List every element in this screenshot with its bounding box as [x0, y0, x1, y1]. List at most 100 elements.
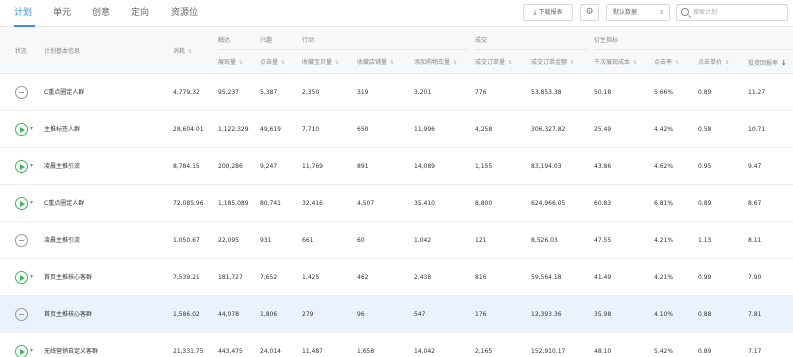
top-bar: 计划 单元 创意 定向 资源位 ⤓ 下载报表 ⚙ 默认数据 ⇕ 搜索计划: [0, 0, 793, 27]
tab-placement[interactable]: 资源位: [171, 7, 198, 19]
play-status-icon[interactable]: [15, 123, 28, 136]
table-row[interactable]: ▾ C重点圈定人群 72,085.96 1,185,089 80,741 32,416 4,…: [0, 185, 793, 222]
sort-desc-icon: ↓: [781, 59, 787, 67]
cell-spend: 72,085.96: [173, 200, 204, 207]
cell-orders: 4,258: [475, 126, 493, 133]
status-dropdown-icon[interactable]: ▾: [30, 199, 33, 207]
table-header: 状态 计划基本信息 消耗 ⇅ 触达 兴趣 行动 成交 衍生指标 展现量 ⇅ 点击量 ⇅…: [0, 27, 793, 74]
table-row[interactable]: ▾ 凌晨主推引流 8,784.15 200,286 9,247 11,769 891 14,0…: [0, 148, 793, 185]
cell-cpm: 25.49: [594, 126, 612, 133]
sort-icon: ⇅: [390, 60, 394, 66]
plan-name[interactable]: 首页主推核心客群: [44, 296, 92, 333]
table-row[interactable]: C重点圈定人群 4,779.32 95,237 5,387 2,350 319 3,201 7…: [0, 74, 793, 111]
status-dropdown-icon[interactable]: ▾: [30, 125, 33, 133]
plan-name[interactable]: 凌晨主推引流: [44, 148, 80, 185]
cell-fav-items: 661: [302, 237, 314, 244]
cell-orders: 1,155: [475, 163, 493, 170]
cell-clicks: 49,619: [260, 126, 281, 133]
cell-fav-shop: 60: [357, 237, 365, 244]
status-dropdown-icon[interactable]: ▾: [30, 347, 33, 355]
cell-fav-shop: 1,658: [357, 348, 375, 355]
updown-caret-icon: ⇕: [658, 9, 664, 16]
header-add-cart[interactable]: 添加购物车量 ⇅: [414, 59, 457, 67]
header-clicks[interactable]: 点击量 ⇅: [260, 59, 285, 67]
cell-spend: 1,586.02: [173, 311, 200, 318]
header-fav-shop[interactable]: 收藏店铺量 ⇅: [357, 59, 394, 67]
cell-cpm: 50.18: [594, 89, 612, 96]
cell-ctr: 4.10%: [654, 311, 674, 318]
status-dropdown-icon[interactable]: ▾: [30, 162, 33, 170]
table-row[interactable]: ▾ 主推标签人群 28,604.01 1,122,329 49,619 7,710 650 1…: [0, 111, 793, 148]
plan-name[interactable]: 凌晨主推引流: [44, 222, 80, 259]
settings-button[interactable]: ⚙: [580, 4, 599, 21]
header-status: 状态: [15, 48, 28, 55]
paused-status-icon[interactable]: [15, 234, 28, 247]
table-row[interactable]: ▾ 无线营销自定义客群 21,331.75 443,475 24,014 11,487 1,…: [0, 333, 793, 357]
header-fav-items[interactable]: 收藏宝贝量 ⇅: [302, 59, 339, 67]
header-cpm[interactable]: 千次展现成本 ⇅: [594, 59, 637, 67]
cell-add-cart: 2,438: [414, 274, 432, 281]
cell-fav-items: 11,487: [302, 348, 323, 355]
paused-status-icon[interactable]: [15, 86, 28, 99]
cell-spend: 1,050.67: [173, 237, 200, 244]
download-report-button[interactable]: ⤓ 下载报表: [523, 4, 573, 21]
cell-roi: 10.71: [748, 126, 766, 133]
data-select[interactable]: 默认数据 ⇕: [606, 4, 670, 21]
cell-cpc: 0.89: [698, 89, 712, 96]
plan-name[interactable]: 首页主推核心客群: [44, 259, 92, 296]
tab-targeting[interactable]: 定向: [131, 7, 149, 19]
header-group-action: 行动: [302, 37, 315, 44]
cell-impressions: 1,122,329: [218, 126, 249, 133]
table-row[interactable]: 首页主推核心客群 1,586.02 44,078 1,806 279 96 547 176 12…: [0, 296, 793, 333]
sort-icon: ⇅: [508, 60, 512, 66]
download-icon: ⤓: [533, 8, 537, 16]
plan-name[interactable]: 主推标签人群: [44, 111, 80, 148]
cell-fav-items: 32,416: [302, 200, 323, 207]
header-roi[interactable]: 投资回报率 ↓: [748, 59, 787, 68]
search-input[interactable]: 搜索计划: [676, 4, 788, 21]
header-orders[interactable]: 成交订单量 ⇅: [475, 59, 512, 67]
plan-name[interactable]: C重点圈定人群: [44, 185, 84, 222]
cell-cpc: 0.58: [698, 126, 712, 133]
cell-cpm: 47.55: [594, 237, 612, 244]
cell-add-cart: 14,089: [414, 163, 435, 170]
play-status-icon[interactable]: [15, 197, 28, 210]
sort-icon: ⇅: [633, 60, 637, 66]
header-impressions[interactable]: 展现量 ⇅: [218, 59, 243, 67]
header-gmv[interactable]: 成交订单金额 ⇅: [531, 59, 574, 67]
paused-status-icon[interactable]: [15, 308, 28, 321]
header-spend[interactable]: 消耗 ⇅: [173, 48, 192, 56]
status-dropdown-icon[interactable]: ▾: [30, 273, 33, 281]
cell-gmv: 83,194.03: [531, 163, 562, 170]
tab-plan[interactable]: 计划: [14, 7, 32, 19]
table-row[interactable]: ▾ 首页主推核心客群 7,539.21 181,727 7,652 1,425 462 2,4…: [0, 259, 793, 296]
cell-roi: 7.81: [748, 311, 762, 318]
play-status-icon[interactable]: [15, 160, 28, 173]
cell-roi: 7.17: [748, 348, 762, 355]
cell-cpm: 43.86: [594, 163, 612, 170]
cell-impressions: 44,078: [218, 311, 239, 318]
cell-spend: 28,604.01: [173, 126, 204, 133]
cell-fav-shop: 319: [357, 89, 369, 96]
cell-orders: 2,165: [475, 348, 493, 355]
table-row[interactable]: 凌晨主推引流 1,050.67 22,095 931 661 60 1,042 121 8,52…: [0, 222, 793, 259]
play-status-icon[interactable]: [15, 345, 28, 357]
sort-icon: ⇅: [281, 60, 285, 66]
plan-name[interactable]: 无线营销自定义客群: [44, 333, 98, 357]
cell-fav-shop: 462: [357, 274, 369, 281]
cell-gmv: 306,327.82: [531, 126, 566, 133]
cell-cpc: 0.89: [698, 200, 712, 207]
play-status-icon[interactable]: [15, 271, 28, 284]
plan-name[interactable]: C重点圈定人群: [44, 74, 84, 111]
header-cpc[interactable]: 点击单价 ⇅: [698, 59, 729, 67]
search-placeholder: 搜索计划: [693, 9, 718, 16]
header-ctr[interactable]: 点击率 ⇅: [654, 59, 679, 67]
tab-creative[interactable]: 创意: [92, 7, 110, 19]
cell-clicks: 80,741: [260, 200, 281, 207]
header-group-derived: 衍生指标: [594, 37, 619, 44]
cell-orders: 8,800: [475, 200, 493, 207]
cell-roi: 9.47: [748, 163, 762, 170]
cell-add-cart: 1,042: [414, 237, 432, 244]
cell-clicks: 9,247: [260, 163, 278, 170]
tab-unit[interactable]: 单元: [53, 7, 71, 19]
